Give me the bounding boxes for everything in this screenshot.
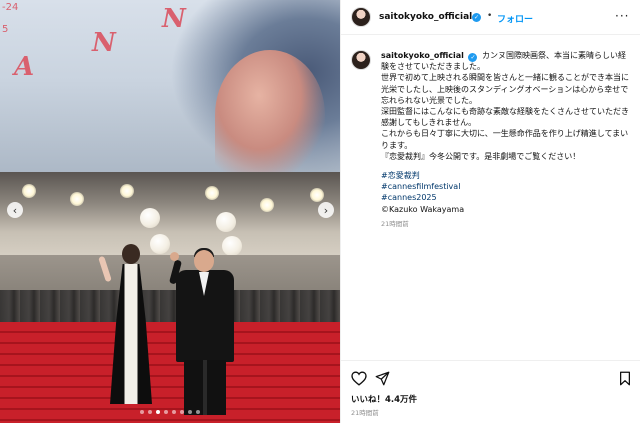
carousel-dot[interactable] xyxy=(164,410,168,414)
bookmark-icon[interactable] xyxy=(619,371,631,386)
photo-credit: ©Kazuko Wakayama xyxy=(381,204,465,214)
post-header: saitokyoko_official ✓ • フォロー ··· xyxy=(341,0,640,35)
verified-icon: ✓ xyxy=(468,53,478,62)
instagram-post-view: N N A -24 5 ‹ › saitokyoko_official ✓ • … xyxy=(0,0,640,423)
carousel-dot[interactable] xyxy=(172,410,176,414)
caption-timestamp: 21時間前 xyxy=(381,219,409,228)
festival-poster: N N A -24 5 xyxy=(0,0,340,180)
separator-dot: • xyxy=(487,11,493,21)
carousel-dot[interactable] xyxy=(148,410,152,414)
carousel-dot[interactable] xyxy=(156,410,160,414)
more-options-icon[interactable]: ··· xyxy=(615,9,629,23)
likes-count[interactable]: いいね！4.4万件 xyxy=(351,393,417,405)
poster-letter: N xyxy=(92,28,116,58)
carousel-dots xyxy=(0,410,340,414)
post-photo[interactable]: N N A -24 5 ‹ › xyxy=(0,0,340,423)
carousel-dot[interactable] xyxy=(188,410,192,414)
person-woman xyxy=(98,244,160,404)
chevron-right-icon[interactable]: › xyxy=(318,202,334,218)
hashtag-link[interactable]: #恋愛裁判 xyxy=(381,170,631,181)
carousel-dot[interactable] xyxy=(180,410,184,414)
caption-line: 世界で初めて上映される瞬間を皆さんと一緒に観ることができ本当に光栄でしたし、上映… xyxy=(381,73,629,105)
caption-username[interactable]: saitokyoko_official xyxy=(381,51,464,60)
hashtag-link[interactable]: #cannes2025 xyxy=(381,192,631,203)
caption-avatar[interactable] xyxy=(351,50,371,70)
hashtag-link[interactable]: #cannesfilmfestival xyxy=(381,181,631,192)
avatar[interactable] xyxy=(351,7,371,27)
caption-line: 『恋愛裁判』今冬公開です。是非劇場でご覧ください！ xyxy=(381,151,581,161)
caption-line: これからも日々丁寧に大切に、一生懸命作品を作り上げ精進してまいります。 xyxy=(381,129,629,150)
red-carpet-stairs xyxy=(0,322,340,423)
post-side-panel: saitokyoko_official ✓ • フォロー ··· saitoky… xyxy=(340,0,640,423)
caption-line: 深田監督にはこんなにも奇跡な素敵な経験をたくさんさせていただき感謝してもしきれま… xyxy=(381,107,629,128)
person-man xyxy=(169,248,238,415)
heart-icon[interactable] xyxy=(351,371,367,386)
post-actions: いいね！4.4万件 21時間前 xyxy=(341,360,640,424)
follow-button[interactable]: フォロー xyxy=(497,12,533,25)
carousel-dot[interactable] xyxy=(196,410,200,414)
verified-icon: ✓ xyxy=(472,13,481,22)
carousel-dot[interactable] xyxy=(140,410,144,414)
chevron-left-icon[interactable]: ‹ xyxy=(7,202,23,218)
poster-letter: N xyxy=(162,4,186,34)
poster-letter: A xyxy=(14,52,35,82)
poster-date: -24 xyxy=(2,2,19,13)
share-icon[interactable] xyxy=(375,371,390,386)
post-timestamp: 21時間前 xyxy=(351,409,379,417)
header-username[interactable]: saitokyoko_official xyxy=(379,12,472,22)
poster-date: 5 xyxy=(2,24,9,35)
post-caption: saitokyoko_official ✓ カンヌ国際映画祭、本当に素晴らしい経… xyxy=(381,50,631,230)
